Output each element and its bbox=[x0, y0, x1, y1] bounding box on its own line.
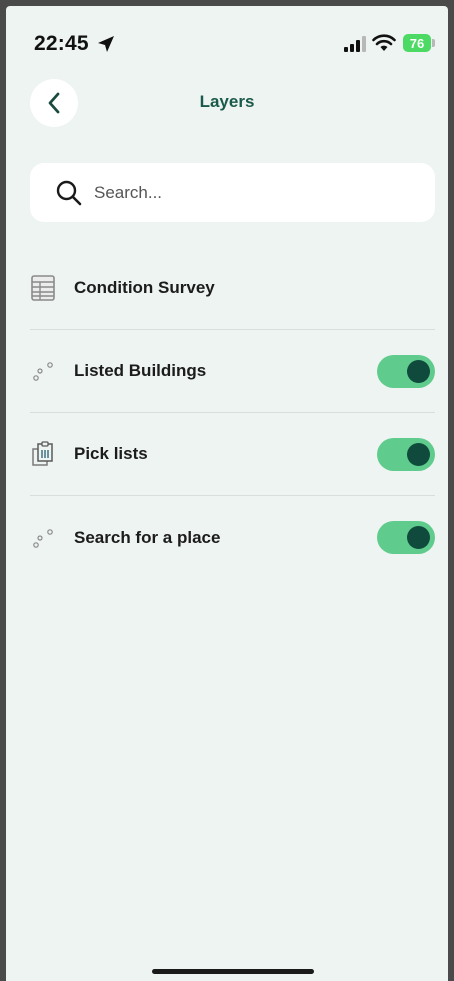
toggle-knob bbox=[407, 526, 430, 549]
search-icon bbox=[56, 180, 82, 206]
layer-list: Condition Survey Listed Buildings Pick l… bbox=[30, 247, 435, 579]
search-input[interactable] bbox=[94, 163, 414, 222]
status-time: 22:45 bbox=[34, 32, 89, 55]
layer-row-listed-buildings[interactable]: Listed Buildings bbox=[30, 330, 435, 413]
layer-label: Condition Survey bbox=[74, 278, 215, 297]
battery-nub bbox=[432, 39, 435, 47]
status-bar: 22:45 76 bbox=[6, 6, 448, 76]
layer-visibility-toggle[interactable] bbox=[377, 521, 435, 554]
layer-row-search-for-a-place[interactable]: Search for a place bbox=[30, 496, 435, 579]
layer-visibility-toggle[interactable] bbox=[377, 438, 435, 471]
clipboard-list-icon bbox=[30, 441, 56, 467]
toggle-knob bbox=[407, 360, 430, 383]
page-title: Layers bbox=[199, 92, 255, 111]
layer-row-condition-survey[interactable]: Condition Survey bbox=[30, 247, 435, 330]
location-arrow-icon bbox=[98, 36, 114, 52]
layer-label: Search for a place bbox=[74, 527, 221, 547]
points-icon bbox=[30, 525, 56, 551]
home-indicator[interactable] bbox=[152, 969, 314, 974]
layer-row-pick-lists[interactable]: Pick lists bbox=[30, 413, 435, 496]
wifi-icon bbox=[372, 34, 396, 51]
layer-label: Listed Buildings bbox=[74, 361, 207, 380]
battery-charging-icon: 76 bbox=[403, 34, 431, 52]
table-icon bbox=[30, 275, 56, 301]
layer-label: Pick lists bbox=[74, 444, 148, 463]
toggle-knob bbox=[407, 443, 430, 466]
points-icon bbox=[30, 358, 56, 384]
search-box[interactable] bbox=[30, 163, 435, 222]
battery-level: 76 bbox=[409, 35, 425, 51]
layers-screen: 22:45 76 Layers Search... Condition Surv… bbox=[6, 6, 448, 981]
layer-visibility-toggle[interactable] bbox=[377, 355, 435, 388]
cellular-signal-icon bbox=[344, 36, 366, 52]
